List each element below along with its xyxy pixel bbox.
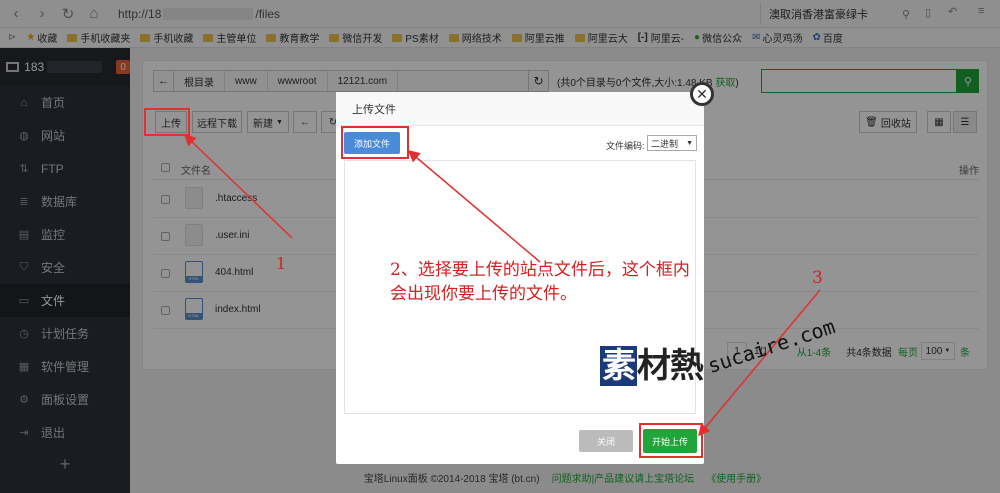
- annotation-number-1: 1: [276, 254, 287, 273]
- dialog-title: 上传文件: [336, 92, 704, 126]
- annotation-number-3: 3: [812, 268, 823, 288]
- highlight-add-file: [341, 126, 409, 159]
- watermark-logo: 素材熱: [600, 346, 704, 386]
- highlight-upload: [144, 108, 190, 136]
- encoding-label: 文件编码:: [606, 141, 645, 151]
- close-button[interactable]: 关闭: [579, 430, 633, 452]
- close-icon[interactable]: ✕: [690, 82, 714, 106]
- caret-down-icon: ▼: [686, 139, 693, 147]
- highlight-start-upload: [639, 423, 703, 458]
- annotation-instruction: 2、选择要上传的站点文件后，这个框内会出现你要上传的文件。: [390, 260, 690, 304]
- encoding-select[interactable]: 二进制 ▼: [647, 135, 697, 151]
